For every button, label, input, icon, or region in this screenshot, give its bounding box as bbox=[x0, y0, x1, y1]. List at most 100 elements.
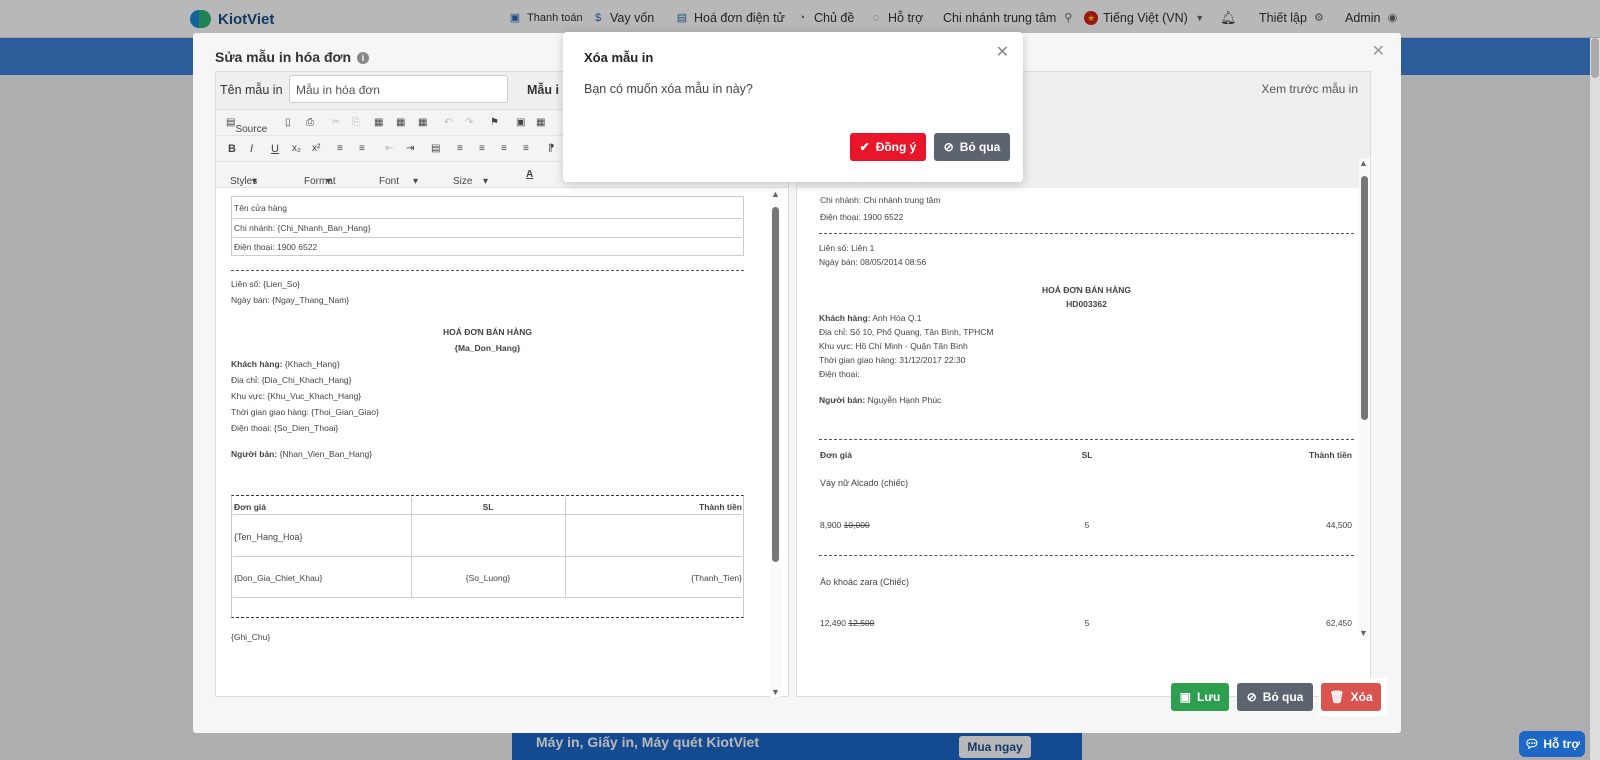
editor-scrollbar[interactable]: ▲ ▼ bbox=[770, 189, 781, 697]
preview-seller: Người bán: Nguyễn Hạnh Phúc bbox=[819, 395, 941, 405]
save-button[interactable]: ▣ Lưu bbox=[1171, 683, 1229, 711]
preview-item-name: Váy nữ Alcado (chiếc) bbox=[820, 478, 909, 488]
text-color-icon[interactable]: A bbox=[526, 169, 533, 180]
preview-content: Chi nhánh: Chi nhánh trung tâm Điện thoạ… bbox=[797, 188, 1357, 696]
preview-item-total: 62,450 bbox=[1326, 618, 1352, 628]
preview-area: Khu vực: Hồ Chí Minh - Quận Tân Bình bbox=[819, 341, 968, 351]
divider bbox=[233, 597, 742, 598]
font-label: Font bbox=[379, 176, 400, 187]
seller-value: Nguyễn Hạnh Phúc bbox=[867, 395, 942, 405]
redo-icon[interactable]: ↷ bbox=[465, 117, 473, 128]
price-field: {Don_Gia_Chiet_Khau} bbox=[234, 573, 323, 583]
qty-field: {So_Luong} bbox=[465, 573, 511, 583]
col-qty-header: SL bbox=[482, 502, 494, 512]
customer-value: Anh Hòa Q.1 bbox=[872, 313, 922, 323]
paste-word-icon[interactable]: ▦ bbox=[418, 117, 427, 128]
scroll-up-icon[interactable]: ▲ bbox=[1359, 158, 1368, 168]
template-name-input[interactable]: Mẫu in hóa đơn bbox=[289, 75, 508, 103]
close-icon[interactable]: ✕ bbox=[1372, 41, 1385, 61]
dashed-divider bbox=[819, 233, 1354, 234]
branch-field: Chi nhánh: {Chi_Nhanh_Ban_Hang} bbox=[234, 223, 371, 233]
scroll-down-icon[interactable]: ▼ bbox=[771, 687, 780, 697]
item-old-price: 10,000 bbox=[843, 520, 870, 530]
preview-heading: HOÁ ĐƠN BÁN HÀNG bbox=[1042, 285, 1131, 295]
modal-title: Sửa mẫu in hóa đơn i bbox=[215, 49, 369, 65]
scroll-thumb[interactable] bbox=[1361, 176, 1368, 420]
subscript-icon[interactable]: x₂ bbox=[292, 143, 301, 154]
source-button[interactable]: ▤ Source bbox=[226, 117, 267, 135]
italic-icon[interactable]: I bbox=[250, 143, 253, 155]
numbered-list-icon[interactable]: ≡ bbox=[337, 143, 343, 154]
preview-col-qty: SL bbox=[1081, 450, 1093, 460]
scroll-thumb[interactable] bbox=[772, 207, 779, 562]
seller-value: {Nhan_Vien_Ban_Hang} bbox=[279, 449, 373, 459]
ban-icon: ⊘ bbox=[943, 140, 954, 154]
align-right-icon[interactable]: ≡ bbox=[501, 143, 507, 154]
phone-field: Điện thoại: 1900 6522 bbox=[234, 242, 318, 252]
confirm-button[interactable]: ✔ Đồng ý bbox=[850, 133, 926, 161]
paste-text-icon[interactable]: ▦ bbox=[396, 117, 405, 128]
col-price-header: Đơn giá bbox=[234, 502, 267, 512]
scroll-thumb[interactable] bbox=[1591, 38, 1599, 78]
cancel-button[interactable]: ⊘ Bỏ qua bbox=[1237, 683, 1313, 711]
undo-icon[interactable]: ↶ bbox=[444, 117, 452, 128]
dialog-cancel-label: Bỏ qua bbox=[959, 140, 1001, 154]
superscript-icon[interactable]: x² bbox=[312, 143, 320, 154]
seller-label: Người bán: bbox=[231, 449, 278, 459]
info-icon[interactable]: i bbox=[357, 52, 369, 64]
preview-scrollbar[interactable]: ▲ ▼ bbox=[1359, 158, 1370, 638]
cancel-label: Bỏ qua bbox=[1262, 690, 1304, 704]
align-left-icon[interactable]: ≡ bbox=[457, 143, 463, 154]
customer-label: Khách hàng: bbox=[819, 313, 871, 323]
preview-item-price: 12,490 12,500 bbox=[820, 618, 874, 628]
divider bbox=[233, 556, 742, 557]
preview-customer: Khách hàng: Anh Hòa Q.1 bbox=[819, 313, 922, 323]
preview-col-total: Thành tiền bbox=[1309, 450, 1352, 460]
indent-icon[interactable]: ⇥ bbox=[406, 143, 414, 154]
divider bbox=[233, 237, 742, 238]
div-icon[interactable]: ▤ bbox=[431, 143, 440, 154]
underline-icon[interactable]: U bbox=[271, 143, 279, 155]
template-content[interactable]: Tên cửa hàng Chi nhánh: {Chi_Nhanh_Ban_H… bbox=[216, 189, 769, 697]
justify-icon[interactable]: ≡ bbox=[523, 143, 529, 154]
chevron-down-icon: ▾ bbox=[483, 176, 489, 187]
image-icon[interactable]: ▣ bbox=[516, 117, 525, 128]
chevron-down-icon: ▾ bbox=[413, 176, 419, 187]
print-icon[interactable]: ⎙ bbox=[306, 117, 314, 128]
delete-button[interactable]: 🗑︎ Xóa bbox=[1321, 683, 1381, 711]
bold-icon[interactable]: B bbox=[228, 143, 236, 155]
cut-icon[interactable]: ✂ bbox=[332, 117, 340, 128]
copy-icon[interactable]: ⎘ bbox=[352, 117, 360, 128]
delivery-field: Thời gian giao hàng: {Thoi_Gian_Giao} bbox=[231, 407, 379, 417]
page-scrollbar[interactable] bbox=[1590, 38, 1600, 760]
save-icon: ▣ bbox=[1179, 690, 1191, 704]
preview-col-price: Đơn giá bbox=[820, 450, 853, 460]
bullet-list-icon[interactable]: ≡ bbox=[359, 143, 365, 154]
ltr-icon[interactable]: ⁋ bbox=[548, 143, 554, 154]
item-price: 8,900 bbox=[820, 520, 842, 530]
customer-field: Khách hàng: {Khach_Hang} bbox=[231, 359, 340, 369]
scroll-up-icon[interactable]: ▲ bbox=[771, 189, 780, 199]
dialog-title: Xóa mẫu in bbox=[584, 50, 654, 65]
close-icon[interactable]: ✕ bbox=[996, 42, 1009, 62]
table-icon[interactable]: ▦ bbox=[536, 117, 545, 128]
dialog-message: Bạn có muốn xóa mẫu in này? bbox=[584, 82, 753, 96]
preview-branch: Chi nhánh: Chi nhánh trung tâm bbox=[820, 195, 941, 205]
dashed-divider bbox=[819, 555, 1354, 556]
delete-confirm-dialog: Xóa mẫu in ✕ Bạn có muốn xóa mẫu in này?… bbox=[563, 32, 1023, 182]
ban-icon: ⊘ bbox=[1246, 690, 1257, 704]
outdent-icon[interactable]: ⇤ bbox=[385, 143, 393, 154]
seller-field: Người bán: {Nhan_Vien_Ban_Hang} bbox=[231, 449, 372, 459]
scroll-down-icon[interactable]: ▼ bbox=[1359, 628, 1368, 638]
address-field: Địa chỉ: {Dia_Chi_Khach_Hang} bbox=[231, 375, 352, 385]
new-page-icon[interactable]: ▯ bbox=[285, 117, 291, 128]
size-label: Size bbox=[453, 176, 473, 187]
paste-icon[interactable]: ▦ bbox=[374, 117, 383, 128]
dialog-cancel-button[interactable]: ⊘ Bỏ qua bbox=[934, 133, 1010, 161]
anchor-icon[interactable]: ⚑ bbox=[490, 117, 499, 128]
dashed-divider bbox=[231, 270, 744, 271]
align-center-icon[interactable]: ≡ bbox=[479, 143, 485, 154]
help-chat-button[interactable]: 💬︎ Hỗ trợ bbox=[1519, 731, 1585, 757]
trash-icon: 🗑︎ bbox=[1329, 690, 1345, 704]
customer-label: Khách hàng: bbox=[231, 359, 283, 369]
